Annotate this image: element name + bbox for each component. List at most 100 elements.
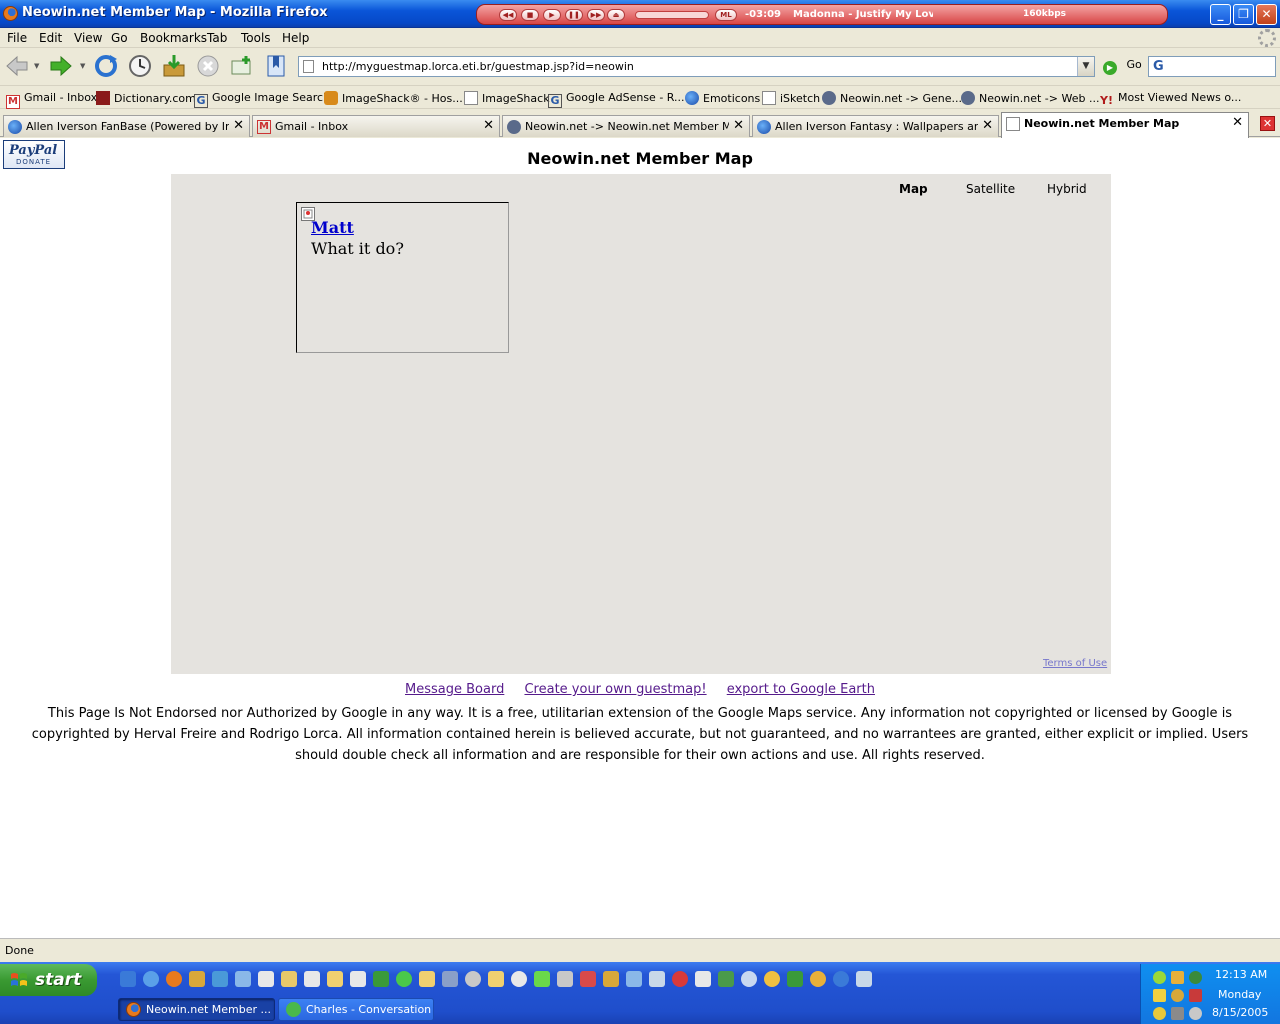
bookmarks-sidebar-icon[interactable]: [263, 53, 289, 79]
message-board-link[interactable]: Message Board: [405, 682, 504, 697]
quicklaunch-firefox-icon[interactable]: [166, 971, 182, 987]
tab-close-icon[interactable]: ✕: [1232, 115, 1243, 130]
menu-view[interactable]: View: [74, 31, 102, 45]
tray-icon[interactable]: [1153, 1007, 1166, 1020]
quicklaunch-folder-icon[interactable]: [327, 971, 343, 987]
history-clock-icon[interactable]: [127, 53, 153, 79]
quicklaunch-app-icon[interactable]: [672, 971, 688, 987]
bookmark-neowin-web[interactable]: Neowin.net -> Web ...: [961, 91, 1099, 105]
downloads-icon[interactable]: [161, 53, 187, 79]
tab-close-icon[interactable]: ✕: [733, 118, 744, 133]
quicklaunch-ie-icon[interactable]: [120, 971, 136, 987]
quicklaunch-app-icon[interactable]: [350, 971, 366, 987]
menu-tab[interactable]: Tab: [207, 31, 227, 45]
quicklaunch-app-icon[interactable]: [442, 971, 458, 987]
quicklaunch-app-icon[interactable]: [718, 971, 734, 987]
forward-dropdown-icon[interactable]: ▼: [80, 62, 85, 70]
quicklaunch-app-icon[interactable]: [258, 971, 274, 987]
window-title-bar[interactable]: Neowin.net Member Map - Mozilla Firefox …: [0, 0, 1280, 28]
quicklaunch-app-icon[interactable]: [741, 971, 757, 987]
bookmark-most-viewed-news[interactable]: Y! Most Viewed News o...: [1100, 91, 1241, 108]
member-name-link[interactable]: Matt: [311, 218, 354, 237]
quicklaunch-app-icon[interactable]: [695, 971, 711, 987]
quicklaunch-app-icon[interactable]: [856, 971, 872, 987]
close-tab-icon[interactable]: ✕: [1260, 116, 1275, 131]
google-search-icon[interactable]: G: [1153, 59, 1164, 74]
play-icon[interactable]: ▶: [543, 9, 561, 21]
menu-help[interactable]: Help: [282, 31, 309, 45]
quicklaunch-folder-icon[interactable]: [419, 971, 435, 987]
taskbar-conversation-window[interactable]: Charles - Conversation: [278, 998, 434, 1021]
tray-speaker-icon[interactable]: [1189, 1007, 1202, 1020]
search-input[interactable]: G: [1148, 56, 1276, 77]
menu-file[interactable]: File: [7, 31, 27, 45]
taskbar-firefox-window[interactable]: Neowin.net Member ...: [118, 998, 275, 1021]
volume-slider[interactable]: [635, 11, 709, 19]
tray-icon[interactable]: [1171, 989, 1184, 1002]
menu-go[interactable]: Go: [111, 31, 128, 45]
start-button[interactable]: start: [0, 964, 97, 996]
quicklaunch-app-icon[interactable]: [580, 971, 596, 987]
stop-icon[interactable]: ■: [521, 9, 539, 21]
google-map[interactable]: Map Satellite Hybrid Matt What it do? Te…: [171, 174, 1111, 674]
minimize-button[interactable]: _: [1210, 4, 1231, 25]
tray-user-icon[interactable]: [1189, 971, 1202, 984]
menu-edit[interactable]: Edit: [39, 31, 62, 45]
bookmark-dictionary[interactable]: Dictionary.com: [96, 91, 196, 105]
bookmark-google-adsense[interactable]: G Google AdSense - R...: [548, 91, 685, 108]
tray-icon[interactable]: [1189, 989, 1202, 1002]
map-info-window[interactable]: Matt What it do?: [296, 202, 509, 353]
tray-icon[interactable]: [1153, 989, 1166, 1002]
tab-allen-iverson-fanbase[interactable]: Allen Iverson FanBase (Powered by Invi..…: [3, 115, 250, 137]
tab-neowin-member-map[interactable]: Neowin.net Member Map ✕: [1001, 112, 1249, 138]
quicklaunch-app-icon[interactable]: [810, 971, 826, 987]
forward-icon[interactable]: ▶▶: [587, 9, 605, 21]
bookmark-emoticons[interactable]: Emoticons: [685, 91, 760, 105]
quicklaunch-folder-icon[interactable]: [281, 971, 297, 987]
close-button[interactable]: ✕: [1256, 4, 1277, 25]
bookmark-imageshack[interactable]: ImageShack: [464, 91, 550, 105]
tray-icon[interactable]: [1171, 1007, 1184, 1020]
quicklaunch-app-icon[interactable]: [626, 971, 642, 987]
bookmark-isketch[interactable]: iSketch: [762, 91, 820, 105]
new-tab-icon[interactable]: [229, 53, 255, 79]
map-type-hybrid[interactable]: Hybrid: [1047, 182, 1087, 196]
tab-close-icon[interactable]: ✕: [982, 118, 993, 133]
quicklaunch-app-icon[interactable]: [235, 971, 251, 987]
url-text[interactable]: http://myguestmap.lorca.eti.br/guestmap.…: [322, 60, 634, 73]
maximize-button[interactable]: ❐: [1233, 4, 1254, 25]
quicklaunch-app-icon[interactable]: [396, 971, 412, 987]
quicklaunch-app-icon[interactable]: [649, 971, 665, 987]
tab-gmail-inbox[interactable]: M Gmail - Inbox ✕: [252, 115, 500, 137]
ml-button[interactable]: ML: [715, 9, 737, 21]
tab-close-icon[interactable]: ✕: [483, 118, 494, 133]
quicklaunch-app-icon[interactable]: [304, 971, 320, 987]
url-dropdown-icon[interactable]: ▼: [1077, 57, 1094, 76]
stop-icon[interactable]: [195, 53, 221, 79]
pause-icon[interactable]: ❚❚: [565, 9, 583, 21]
go-button[interactable]: ▶ Go: [1103, 58, 1142, 75]
quicklaunch-app-icon[interactable]: [557, 971, 573, 987]
quicklaunch-smiley-icon[interactable]: [764, 971, 780, 987]
terms-of-use-link[interactable]: Terms of Use: [1043, 658, 1107, 669]
quicklaunch-app-icon[interactable]: [603, 971, 619, 987]
back-dropdown-icon[interactable]: ▼: [34, 62, 39, 70]
quicklaunch-app-icon[interactable]: [189, 971, 205, 987]
quicklaunch-folder-icon[interactable]: [488, 971, 504, 987]
bookmark-gmail[interactable]: M Gmail - Inbox: [6, 91, 97, 109]
create-guestmap-link[interactable]: Create your own guestmap!: [524, 682, 706, 697]
quicklaunch-app-icon[interactable]: [534, 971, 550, 987]
tab-neowin-member-map-forum[interactable]: Neowin.net -> Neowin.net Member Map ✕: [502, 115, 750, 137]
quicklaunch-app-icon[interactable]: [511, 971, 527, 987]
quicklaunch-app-icon[interactable]: [212, 971, 228, 987]
quicklaunch-app-icon[interactable]: [465, 971, 481, 987]
forward-icon[interactable]: [48, 53, 74, 79]
rewind-icon[interactable]: ◀◀: [499, 9, 517, 21]
media-player-bar[interactable]: ◀◀ ■ ▶ ❚❚ ▶▶ ⏏ ML -03:09 Madonna - Justi…: [476, 4, 1168, 25]
clock-time[interactable]: 12:13 AM: [1215, 968, 1267, 981]
menu-bookmarks[interactable]: Bookmarks: [140, 31, 207, 45]
bookmark-imageshack-hosting[interactable]: ImageShack® - Hos...: [324, 91, 463, 105]
quicklaunch-app-icon[interactable]: [833, 971, 849, 987]
reload-icon[interactable]: [93, 53, 119, 79]
tray-icon[interactable]: [1171, 971, 1184, 984]
